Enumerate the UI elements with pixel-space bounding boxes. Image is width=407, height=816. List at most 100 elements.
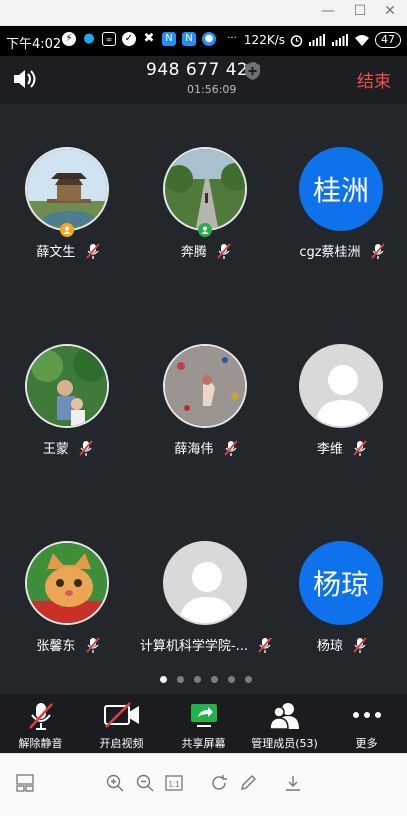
cross-icon: ✖: [143, 31, 155, 46]
qq-icon: ●: [83, 31, 95, 46]
download-icon[interactable]: [284, 774, 302, 792]
default-avatar-icon: [315, 365, 371, 426]
signal2-icon: [332, 34, 348, 46]
page-dot[interactable]: [177, 676, 184, 683]
status-time: 下午4:02: [6, 37, 62, 52]
participant-name: 张馨东: [36, 639, 76, 654]
page-dot[interactable]: [211, 676, 218, 683]
participant-name: 杨琼: [316, 639, 343, 654]
shield-icon[interactable]: [244, 61, 261, 81]
manage-members-label: 管理成员(53): [251, 737, 318, 750]
beach-photo: [165, 346, 245, 426]
participant-tile[interactable]: 李维: [274, 301, 407, 457]
rotate-icon[interactable]: [210, 774, 228, 792]
participant-name-row: 薛文生: [0, 241, 136, 260]
avatar: [25, 147, 109, 231]
mic-muted-icon: [258, 637, 272, 653]
participant-name: 奔腾: [180, 245, 207, 260]
participant-name-row: 张馨东: [0, 635, 136, 654]
participant-name: cgz蔡桂洲: [299, 245, 361, 260]
mic-muted-icon: [28, 703, 53, 730]
check-icon: ✓: [122, 32, 136, 46]
page-dot[interactable]: [245, 676, 252, 683]
link-icon: ∞: [102, 32, 116, 46]
avatar: 桂洲: [299, 147, 383, 231]
call-duration: 01:56:09: [187, 83, 237, 96]
end-meeting-button[interactable]: 结束: [357, 67, 391, 92]
page-dot[interactable]: [228, 676, 235, 683]
mic-muted-icon: [217, 243, 231, 259]
mic-muted-icon: [85, 637, 100, 653]
app-n-icon: N: [162, 32, 176, 46]
speaker-icon[interactable]: [11, 66, 37, 92]
zoom-out-icon[interactable]: [136, 774, 154, 792]
close-icon[interactable]: ✕: [380, 3, 400, 19]
zoom-in-icon[interactable]: [106, 774, 124, 792]
participant-name: 薛海伟: [174, 442, 214, 457]
actual-size-icon[interactable]: 1:1: [165, 774, 183, 792]
participant-name-row: 奔腾: [138, 241, 274, 260]
participant-tile[interactable]: 张馨东: [0, 498, 136, 654]
mic-muted-icon: [353, 637, 367, 653]
app-person-icon: ●: [202, 32, 216, 46]
meeting-toolbar: 解除静音 开启视频 共享屏幕 管理成员(53) 更多: [0, 694, 407, 753]
status-right: 122K/s 47: [244, 32, 401, 48]
share-screen-label: 共享屏幕: [181, 737, 226, 750]
wifi-icon: [355, 35, 369, 46]
participant-tile[interactable]: 计算机科学学院-...: [138, 498, 274, 654]
participant-name: 李维: [316, 442, 343, 457]
avatar: [25, 541, 109, 625]
page-dot[interactable]: [160, 676, 167, 683]
members-icon: [268, 703, 299, 730]
street-photo: [165, 149, 245, 229]
more-dots-icon: [352, 712, 381, 718]
more-button[interactable]: 更多: [326, 694, 407, 753]
signal-icon: [309, 34, 325, 46]
meeting-id[interactable]: 948 677 429: [146, 60, 260, 80]
page-dot[interactable]: [194, 676, 201, 683]
layout-icon[interactable]: [16, 774, 34, 792]
avatar: [163, 541, 247, 625]
default-avatar-icon: [179, 562, 235, 623]
avatar: 杨琼: [299, 541, 383, 625]
manage-members-button[interactable]: 管理成员(53): [244, 694, 325, 753]
participant-name-row: 王蒙: [0, 438, 136, 457]
alarm-icon: [290, 34, 303, 47]
participant-name-row: 薛海伟: [138, 438, 274, 457]
window-title-bar: — ☐ ✕: [0, 0, 407, 26]
participant-tile[interactable]: 杨琼 杨琼: [274, 498, 407, 654]
participant-tile[interactable]: 薛海伟: [138, 301, 274, 457]
unmute-button[interactable]: 解除静音: [0, 694, 81, 753]
network-speed: 122K/s: [243, 33, 285, 47]
participant-tile[interactable]: 奔腾: [138, 104, 274, 260]
battery-indicator: 47: [375, 32, 401, 48]
participant-name: 王蒙: [42, 442, 69, 457]
lightning-icon: ⚡: [62, 32, 76, 46]
mic-muted-icon: [79, 440, 93, 456]
start-video-label: 开启视频: [99, 737, 144, 750]
minimize-icon[interactable]: —: [318, 3, 338, 19]
share-screen-button[interactable]: 共享屏幕: [163, 694, 244, 753]
host-badge-icon: [60, 223, 74, 237]
family-photo: [27, 346, 107, 426]
participant-tile[interactable]: 桂洲 cgz蔡桂洲: [274, 104, 407, 260]
status-bar: 下午4:02 ⚡ ● ∞ ✓ ✖ N N ● ··· 122K/s 47: [0, 26, 407, 56]
viewer-toolbar: 1:1: [0, 753, 407, 816]
mic-muted-icon: [353, 440, 367, 456]
participant-name: 薛文生: [36, 245, 76, 260]
mic-muted-icon: [223, 440, 238, 456]
avatar: [163, 147, 247, 231]
edit-icon[interactable]: [239, 774, 257, 792]
participant-tile[interactable]: 薛文生: [0, 104, 136, 260]
maximize-icon[interactable]: ☐: [350, 3, 370, 19]
participant-tile[interactable]: 王蒙: [0, 301, 136, 457]
avatar: [163, 344, 247, 428]
participant-name-row: 杨琼: [274, 635, 407, 654]
participant-name-row: cgz蔡桂洲: [274, 241, 407, 260]
avatar-initials: 杨琼: [312, 568, 369, 601]
start-video-button[interactable]: 开启视频: [81, 694, 162, 753]
participant-name-row: 计算机科学学院-...: [138, 635, 274, 654]
share-screen-icon: [190, 704, 217, 727]
notification-icons: ⚡ ● ∞ ✓ ✖ N N ● ···: [62, 32, 242, 46]
app-n2-icon: N: [182, 32, 196, 46]
